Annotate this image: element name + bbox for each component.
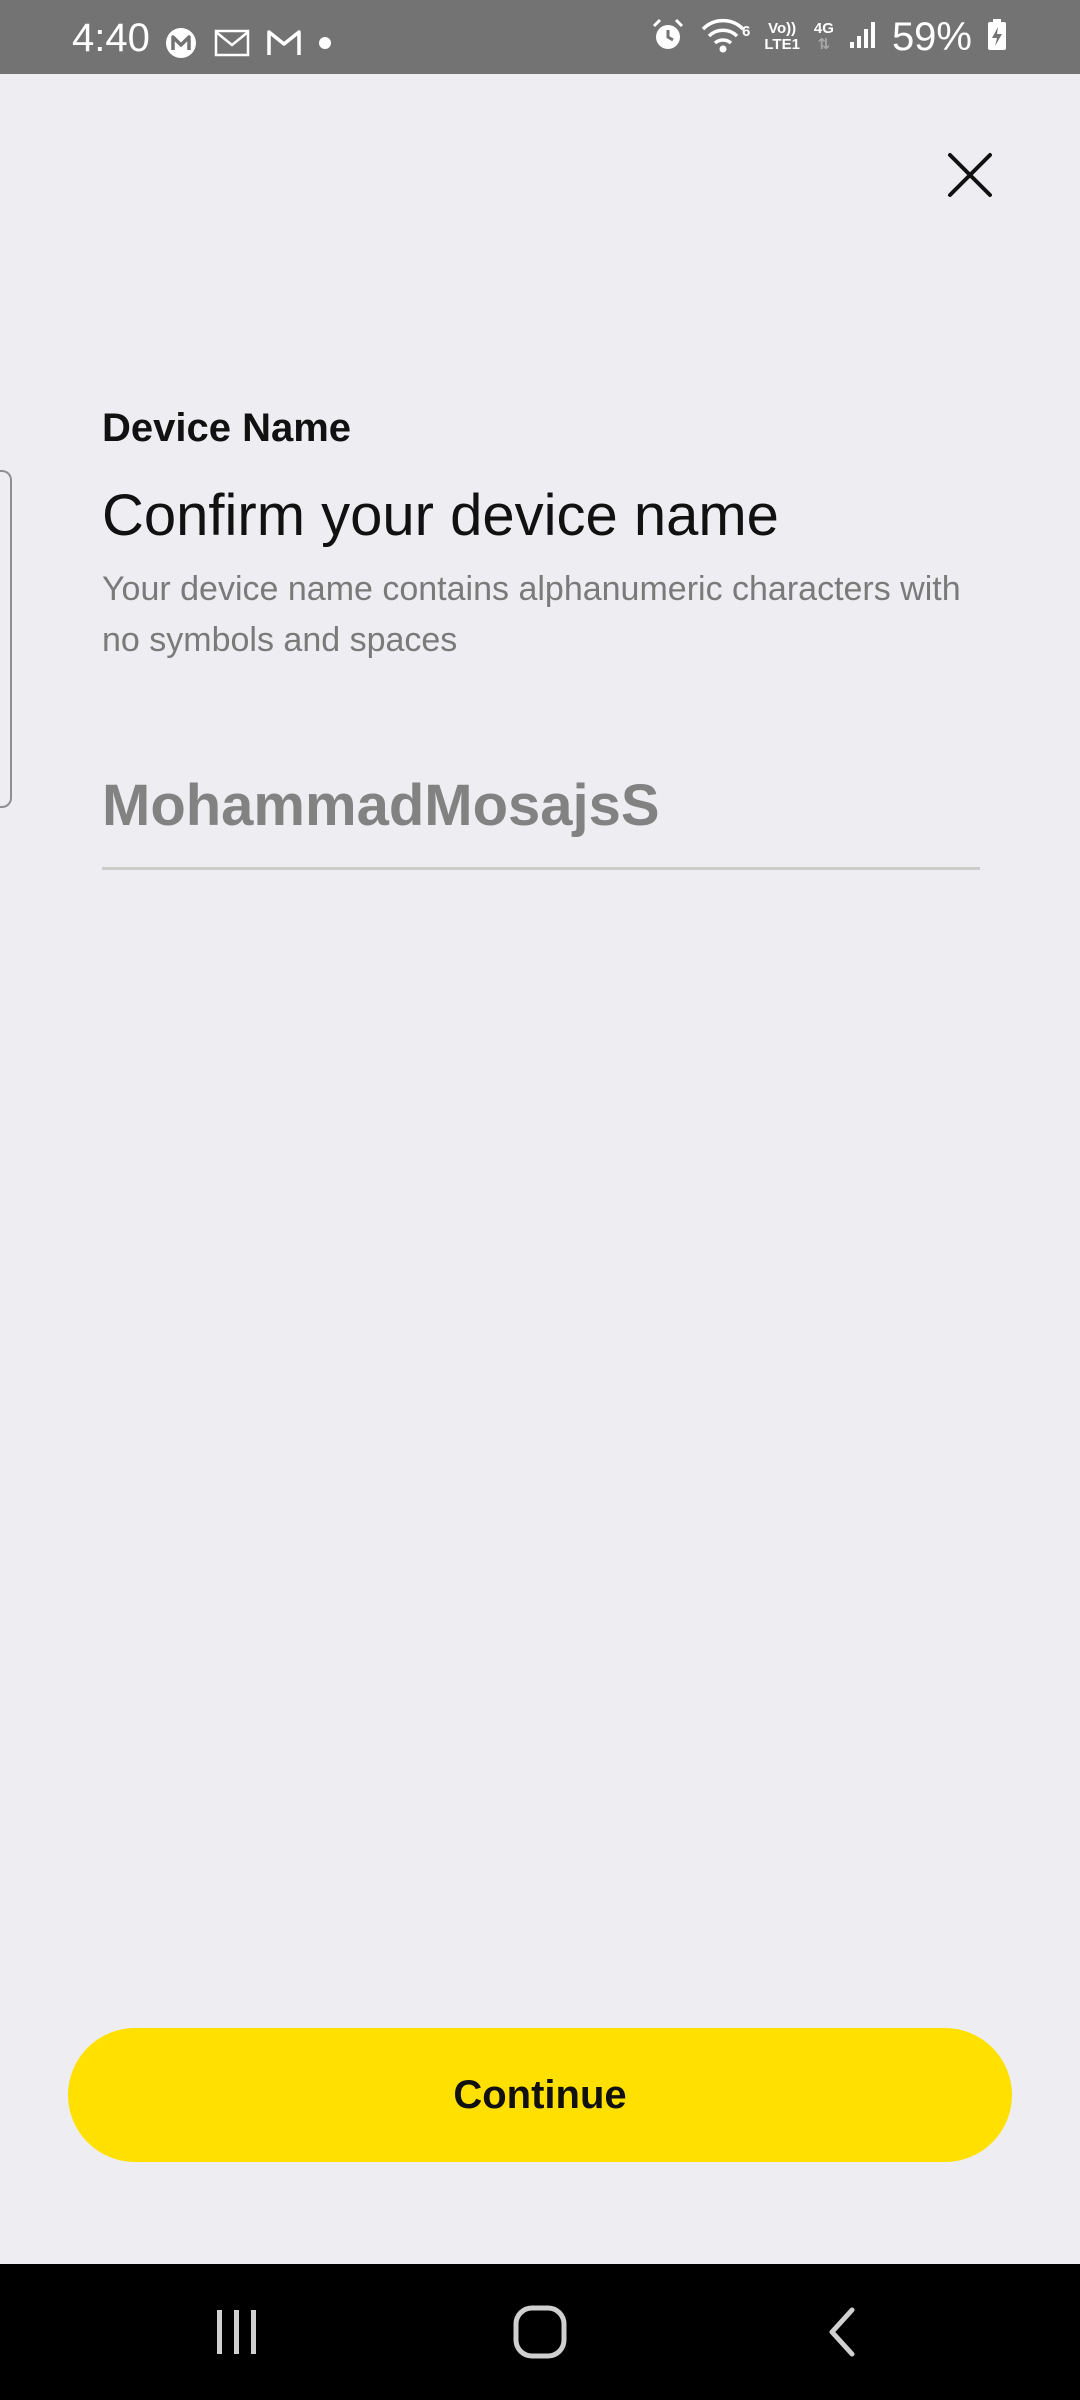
recent-apps-button[interactable]	[157, 2264, 317, 2400]
device-name-field[interactable]: MohammadMosajsS	[102, 760, 980, 870]
status-bar: 4:40 6 Vo)) LTE1 4G ⇅ 59%	[0, 0, 1080, 74]
gmail-icon	[266, 29, 302, 62]
continue-button[interactable]: Continue	[68, 2028, 1012, 2162]
dot-icon	[318, 36, 332, 55]
edge-panel-handle[interactable]	[0, 470, 12, 808]
signal-icon	[848, 20, 878, 55]
page-description: Your device name contains alphanumeric c…	[102, 570, 961, 659]
home-button[interactable]	[460, 2264, 620, 2400]
status-time: 4:40	[72, 16, 150, 60]
battery-percentage: 59%	[891, 15, 972, 59]
notification-icons	[164, 26, 332, 65]
section-label: Device Name	[102, 406, 352, 450]
navigation-bar	[0, 2264, 1080, 2400]
back-button[interactable]	[762, 2264, 922, 2400]
recent-apps-icon	[217, 2310, 256, 2354]
close-button[interactable]	[940, 145, 1000, 205]
continue-label: Continue	[453, 2072, 627, 2117]
alarm-icon	[650, 17, 686, 58]
mail-icon	[214, 29, 250, 62]
volte-label: Vo))	[768, 20, 797, 37]
wifi-icon	[700, 17, 746, 58]
close-icon	[948, 153, 992, 197]
network-type-label: 4G	[813, 20, 834, 37]
home-icon	[513, 2305, 567, 2359]
data-arrows-icon: ⇅	[817, 36, 831, 53]
status-right-icons: 6 Vo)) LTE1 4G ⇅ 59%	[650, 14, 1008, 60]
volte-indicator: Vo)) LTE1	[764, 21, 800, 53]
page-title: Confirm your device name	[102, 483, 779, 548]
m-app-icon	[164, 26, 198, 65]
battery-charging-icon	[986, 18, 1008, 57]
network-type-indicator: 4G ⇅	[814, 21, 834, 53]
lte-label: LTE1	[764, 36, 800, 53]
back-icon	[829, 2307, 855, 2357]
device-name-value: MohammadMosajsS	[102, 773, 660, 838]
